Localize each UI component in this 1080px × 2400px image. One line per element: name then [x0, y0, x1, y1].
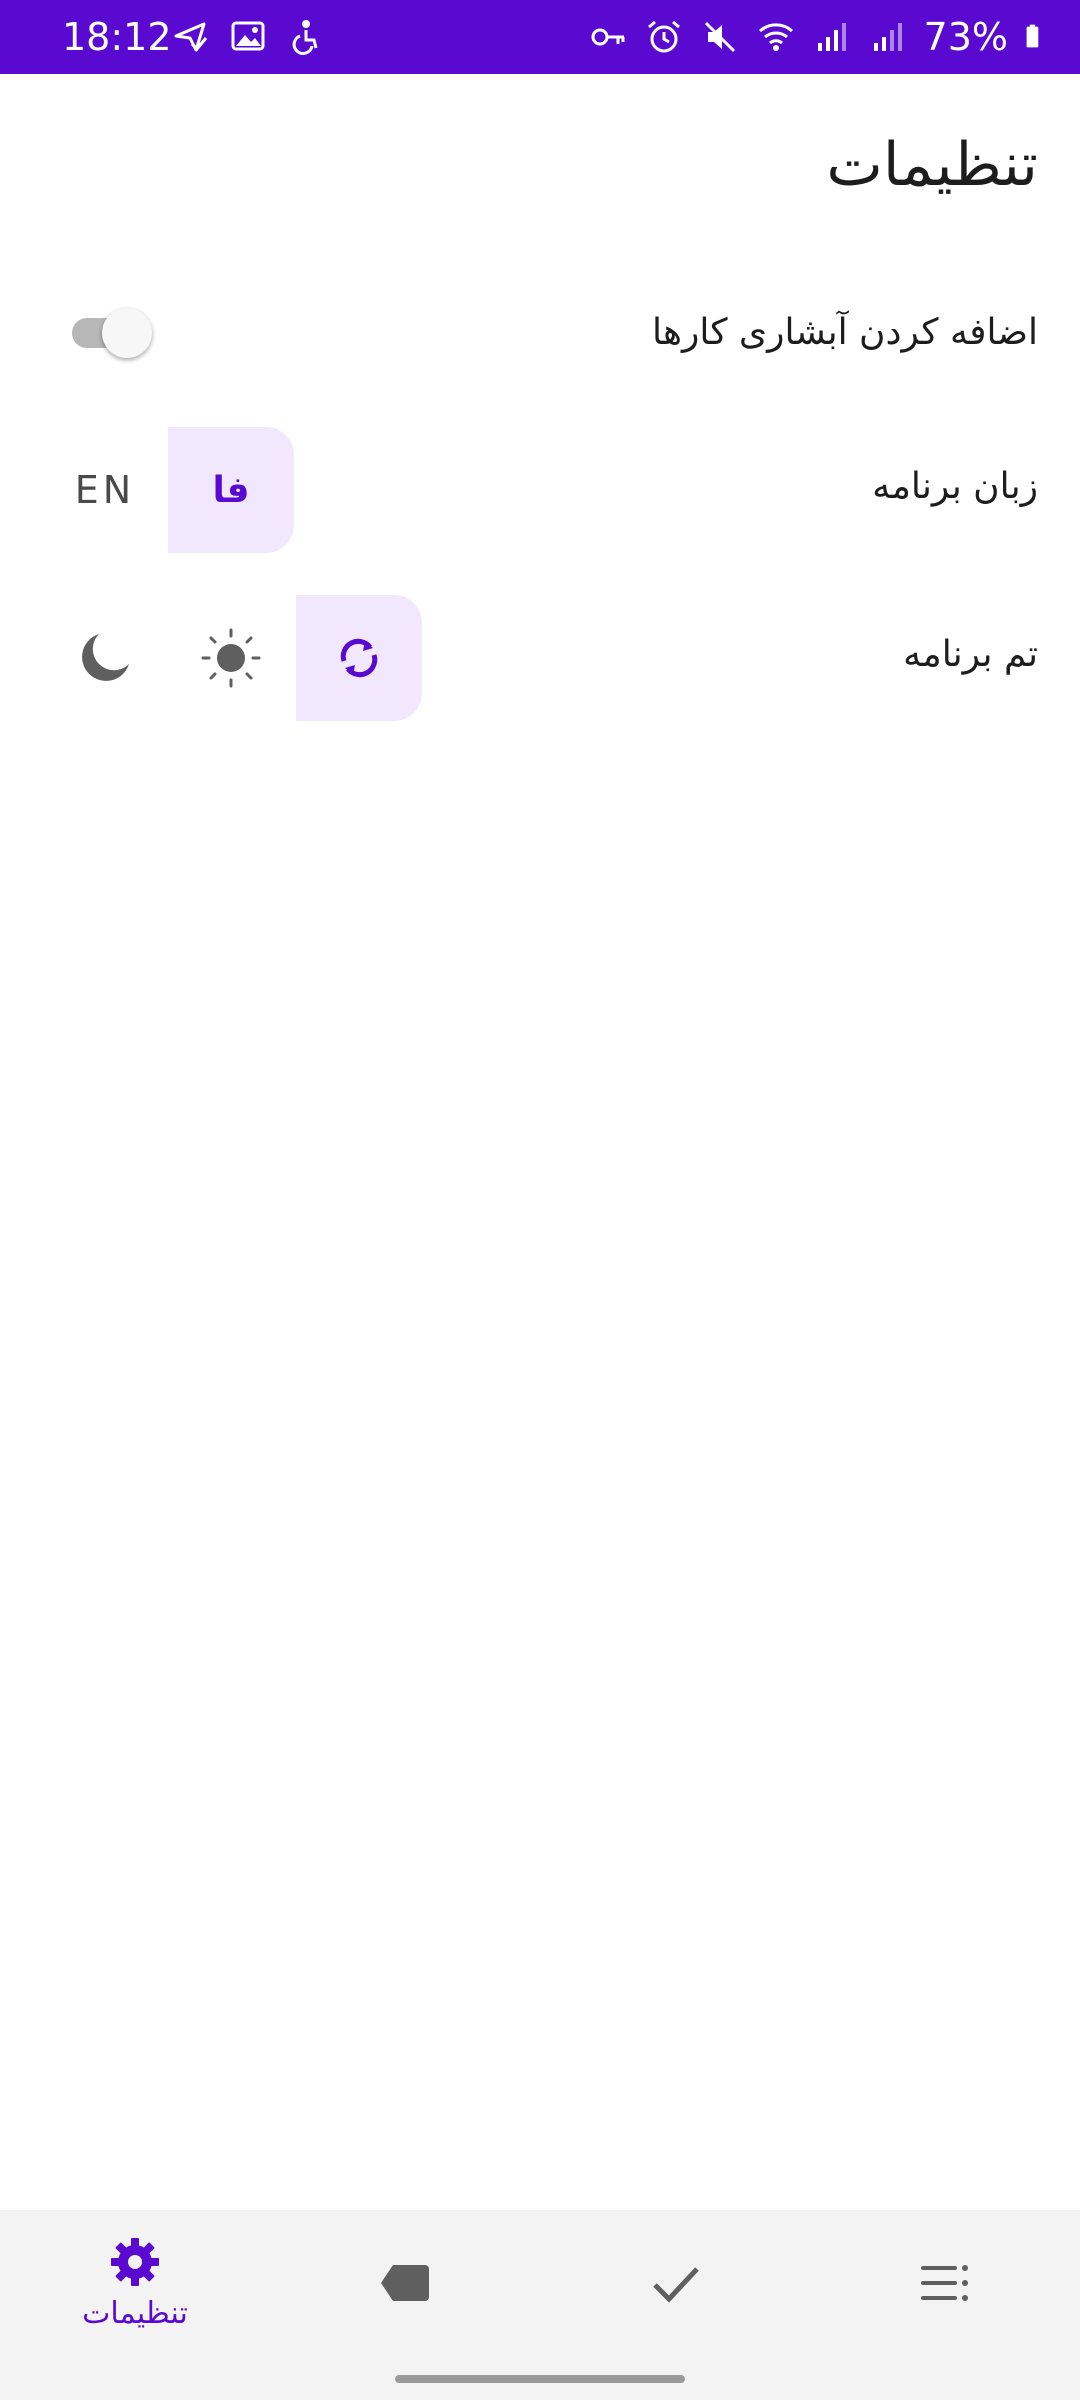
- language-label: زبان برنامه: [872, 466, 1038, 507]
- sync-icon: [340, 638, 378, 678]
- page-title: تنظیمات: [826, 130, 1038, 200]
- theme-option-system[interactable]: [296, 595, 422, 721]
- vpn-key-icon: [591, 28, 625, 46]
- gesture-area: [0, 2355, 1080, 2400]
- gear-icon: [111, 2238, 159, 2286]
- list-icon: [921, 2264, 968, 2301]
- accessibility-icon: [292, 20, 318, 55]
- moon-icon: [82, 634, 129, 681]
- toggle-thumb: [102, 308, 152, 358]
- wifi-icon: [758, 23, 793, 51]
- image-icon: [231, 21, 265, 51]
- signal-icon: [817, 23, 846, 51]
- theme-option-dark[interactable]: [42, 595, 168, 721]
- nav-item-done[interactable]: [540, 2210, 810, 2355]
- send-check-icon: [174, 22, 208, 52]
- sun-icon: [201, 628, 261, 688]
- cascade-tasks-toggle[interactable]: [72, 308, 152, 358]
- nav-label-settings: تنظیمات: [82, 2296, 188, 2331]
- status-bar: 18:12 73%: [0, 0, 1080, 74]
- language-option-en[interactable]: EN: [42, 427, 168, 553]
- status-time: 18:12: [62, 15, 172, 59]
- nav-item-settings[interactable]: تنظیمات: [0, 2210, 270, 2355]
- theme-label: تم برنامه: [903, 634, 1038, 675]
- mute-icon: [704, 21, 735, 53]
- nav-item-labels[interactable]: [270, 2210, 540, 2355]
- signal-icon: [873, 23, 902, 51]
- status-left-icons: [170, 16, 326, 56]
- cascade-tasks-label: اضافه کردن آبشاری کارها: [652, 312, 1038, 353]
- alarm-icon: [647, 20, 680, 53]
- check-icon: [653, 2266, 699, 2303]
- language-option-fa[interactable]: فا: [168, 427, 294, 553]
- home-gesture-bar[interactable]: [395, 2375, 685, 2383]
- status-right-icons: 73%: [588, 12, 1050, 62]
- nav-item-tasks[interactable]: [810, 2210, 1080, 2355]
- battery-icon: [1026, 24, 1039, 48]
- label-tag-icon: [381, 2264, 429, 2301]
- theme-option-light[interactable]: [168, 595, 294, 721]
- battery-percent: 73%: [923, 15, 1008, 59]
- bottom-navigation: تنظیمات: [0, 2210, 1080, 2355]
